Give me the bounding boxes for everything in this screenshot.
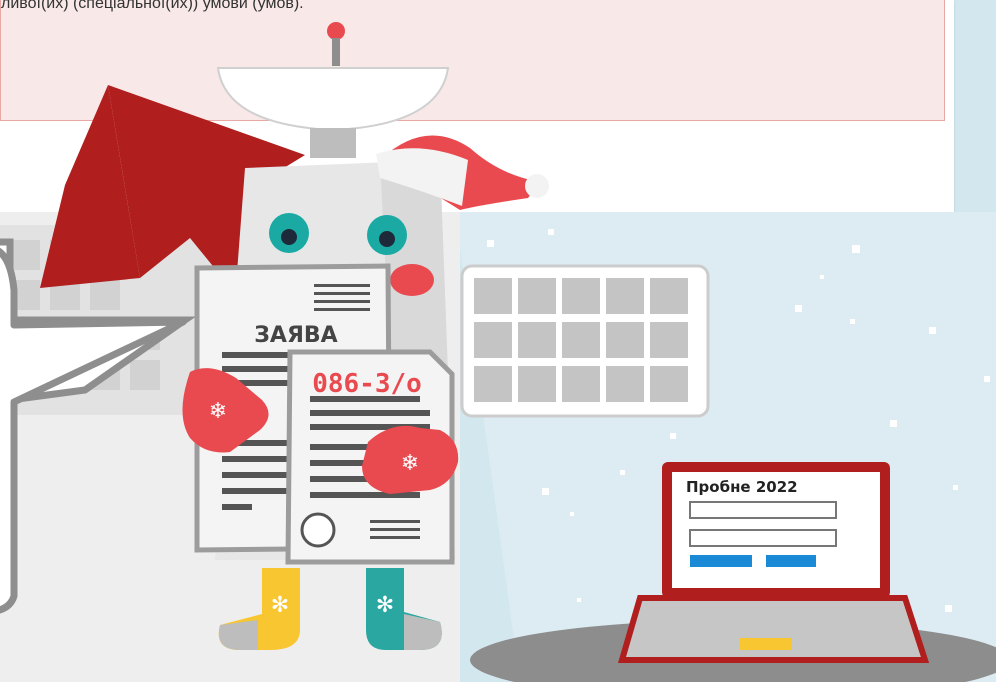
mitten-right-icon: ❄ — [362, 425, 459, 494]
svg-text:✻: ✻ — [376, 593, 394, 618]
page-root: ливої(их) (спеціальної(их)) умови (умов)… — [0, 0, 996, 682]
trident-emblem-icon — [300, 512, 336, 548]
laptop-title: Пробне 2022 — [686, 478, 798, 496]
svg-text:❄: ❄ — [401, 451, 419, 476]
application-doc-title: ЗАЯВА — [254, 323, 337, 348]
laptop-icon: Пробне 2022 — [618, 462, 930, 663]
mascot-illustration: ✻ ✻ ЗАЯВА 086-3/о ❄ ❄ Пробне 2022 — [0, 22, 996, 682]
svg-text:✻: ✻ — [271, 593, 289, 618]
svg-text:❄: ❄ — [209, 399, 227, 424]
medical-form-code: 086-3/о — [312, 369, 422, 399]
calendar-grid-icon — [460, 264, 710, 418]
